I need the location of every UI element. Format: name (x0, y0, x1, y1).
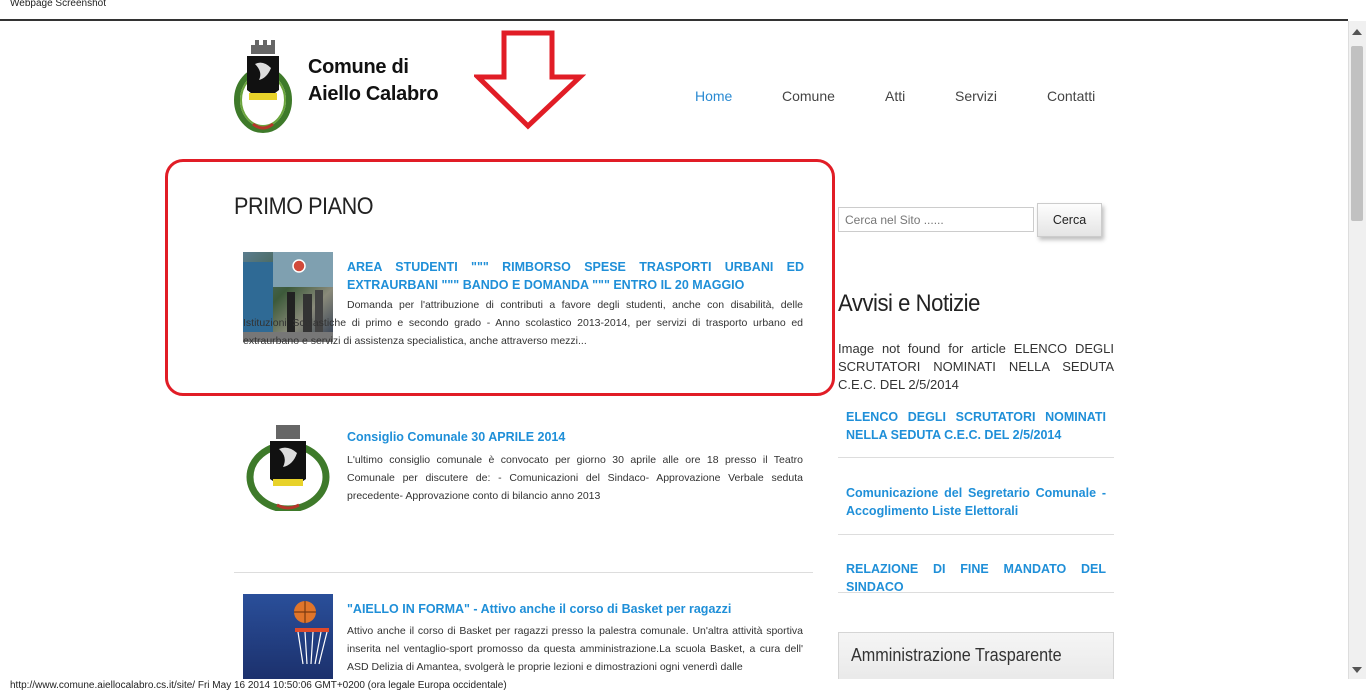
coat-of-arms-icon (234, 40, 292, 133)
scroll-thumb[interactable] (1351, 46, 1363, 221)
article-body-text: Domanda per l'attribuzione di contributi… (243, 299, 803, 347)
nav-atti[interactable]: Atti (885, 88, 905, 104)
article-divider (234, 572, 813, 573)
status-bar: http://www.comune.aiellocalabro.cs.it/si… (0, 679, 1366, 692)
annotation-arrow-icon (474, 30, 586, 130)
article-body: Domanda per l'attribuzione di contributi… (243, 296, 803, 350)
article-thumbnail[interactable] (243, 421, 333, 511)
logo-line2: Aiello Calabro (308, 83, 439, 105)
amministrazione-trasparente-box[interactable]: Amministrazione Trasparente (838, 632, 1114, 682)
logo-text[interactable]: Comune di Aiello Calabro (308, 54, 439, 108)
article-thumbnail[interactable] (243, 594, 333, 684)
news-link[interactable]: RELAZIONE DI FINE MANDATO DEL SINDACO (846, 560, 1106, 596)
nav-home[interactable]: Home (695, 88, 732, 104)
nav-servizi[interactable]: Servizi (955, 88, 997, 104)
coat-of-arms-icon (246, 425, 330, 511)
news-title: Avvisi e Notizie (838, 290, 980, 317)
nav-comune[interactable]: Comune (782, 88, 835, 104)
amministrazione-trasparente-label: Amministrazione Trasparente (851, 645, 1062, 665)
news-divider (838, 592, 1114, 593)
news-divider (838, 457, 1114, 458)
vertical-scrollbar[interactable] (1348, 21, 1366, 681)
scroll-up-icon[interactable] (1352, 29, 1362, 35)
scroll-down-icon[interactable] (1352, 667, 1362, 673)
news-link[interactable]: ELENCO DEGLI SCRUTATORI NOMINATI NELLA S… (846, 408, 1106, 444)
image-missing-notice: Image not found for article ELENCO DEGLI… (838, 341, 1114, 392)
logo-line1: Comune di (308, 56, 409, 78)
search-button[interactable]: Cerca (1037, 203, 1102, 237)
nav-contatti[interactable]: Contatti (1047, 88, 1095, 104)
news-divider (838, 534, 1114, 535)
article-title[interactable]: Consiglio Comunale 30 APRILE 2014 (347, 428, 804, 446)
screenshot-label: Webpage Screenshot (10, 0, 106, 9)
basketball-photo-icon (294, 601, 329, 665)
section-title: PRIMO PIANO (234, 193, 374, 220)
article-title[interactable]: AREA STUDENTI """ RIMBORSO SPESE TRASPOR… (347, 258, 804, 294)
article-body: L'ultimo consiglio comunale è convocato … (347, 454, 803, 502)
top-border (0, 19, 1348, 21)
article-title[interactable]: "AIELLO IN FORMA" - Attivo anche il cors… (347, 600, 804, 618)
news-link[interactable]: Comunicazione del Segretario Comunale - … (846, 484, 1106, 520)
article-body: Attivo anche il corso di Basket per raga… (347, 625, 803, 673)
search-input[interactable] (838, 207, 1034, 232)
